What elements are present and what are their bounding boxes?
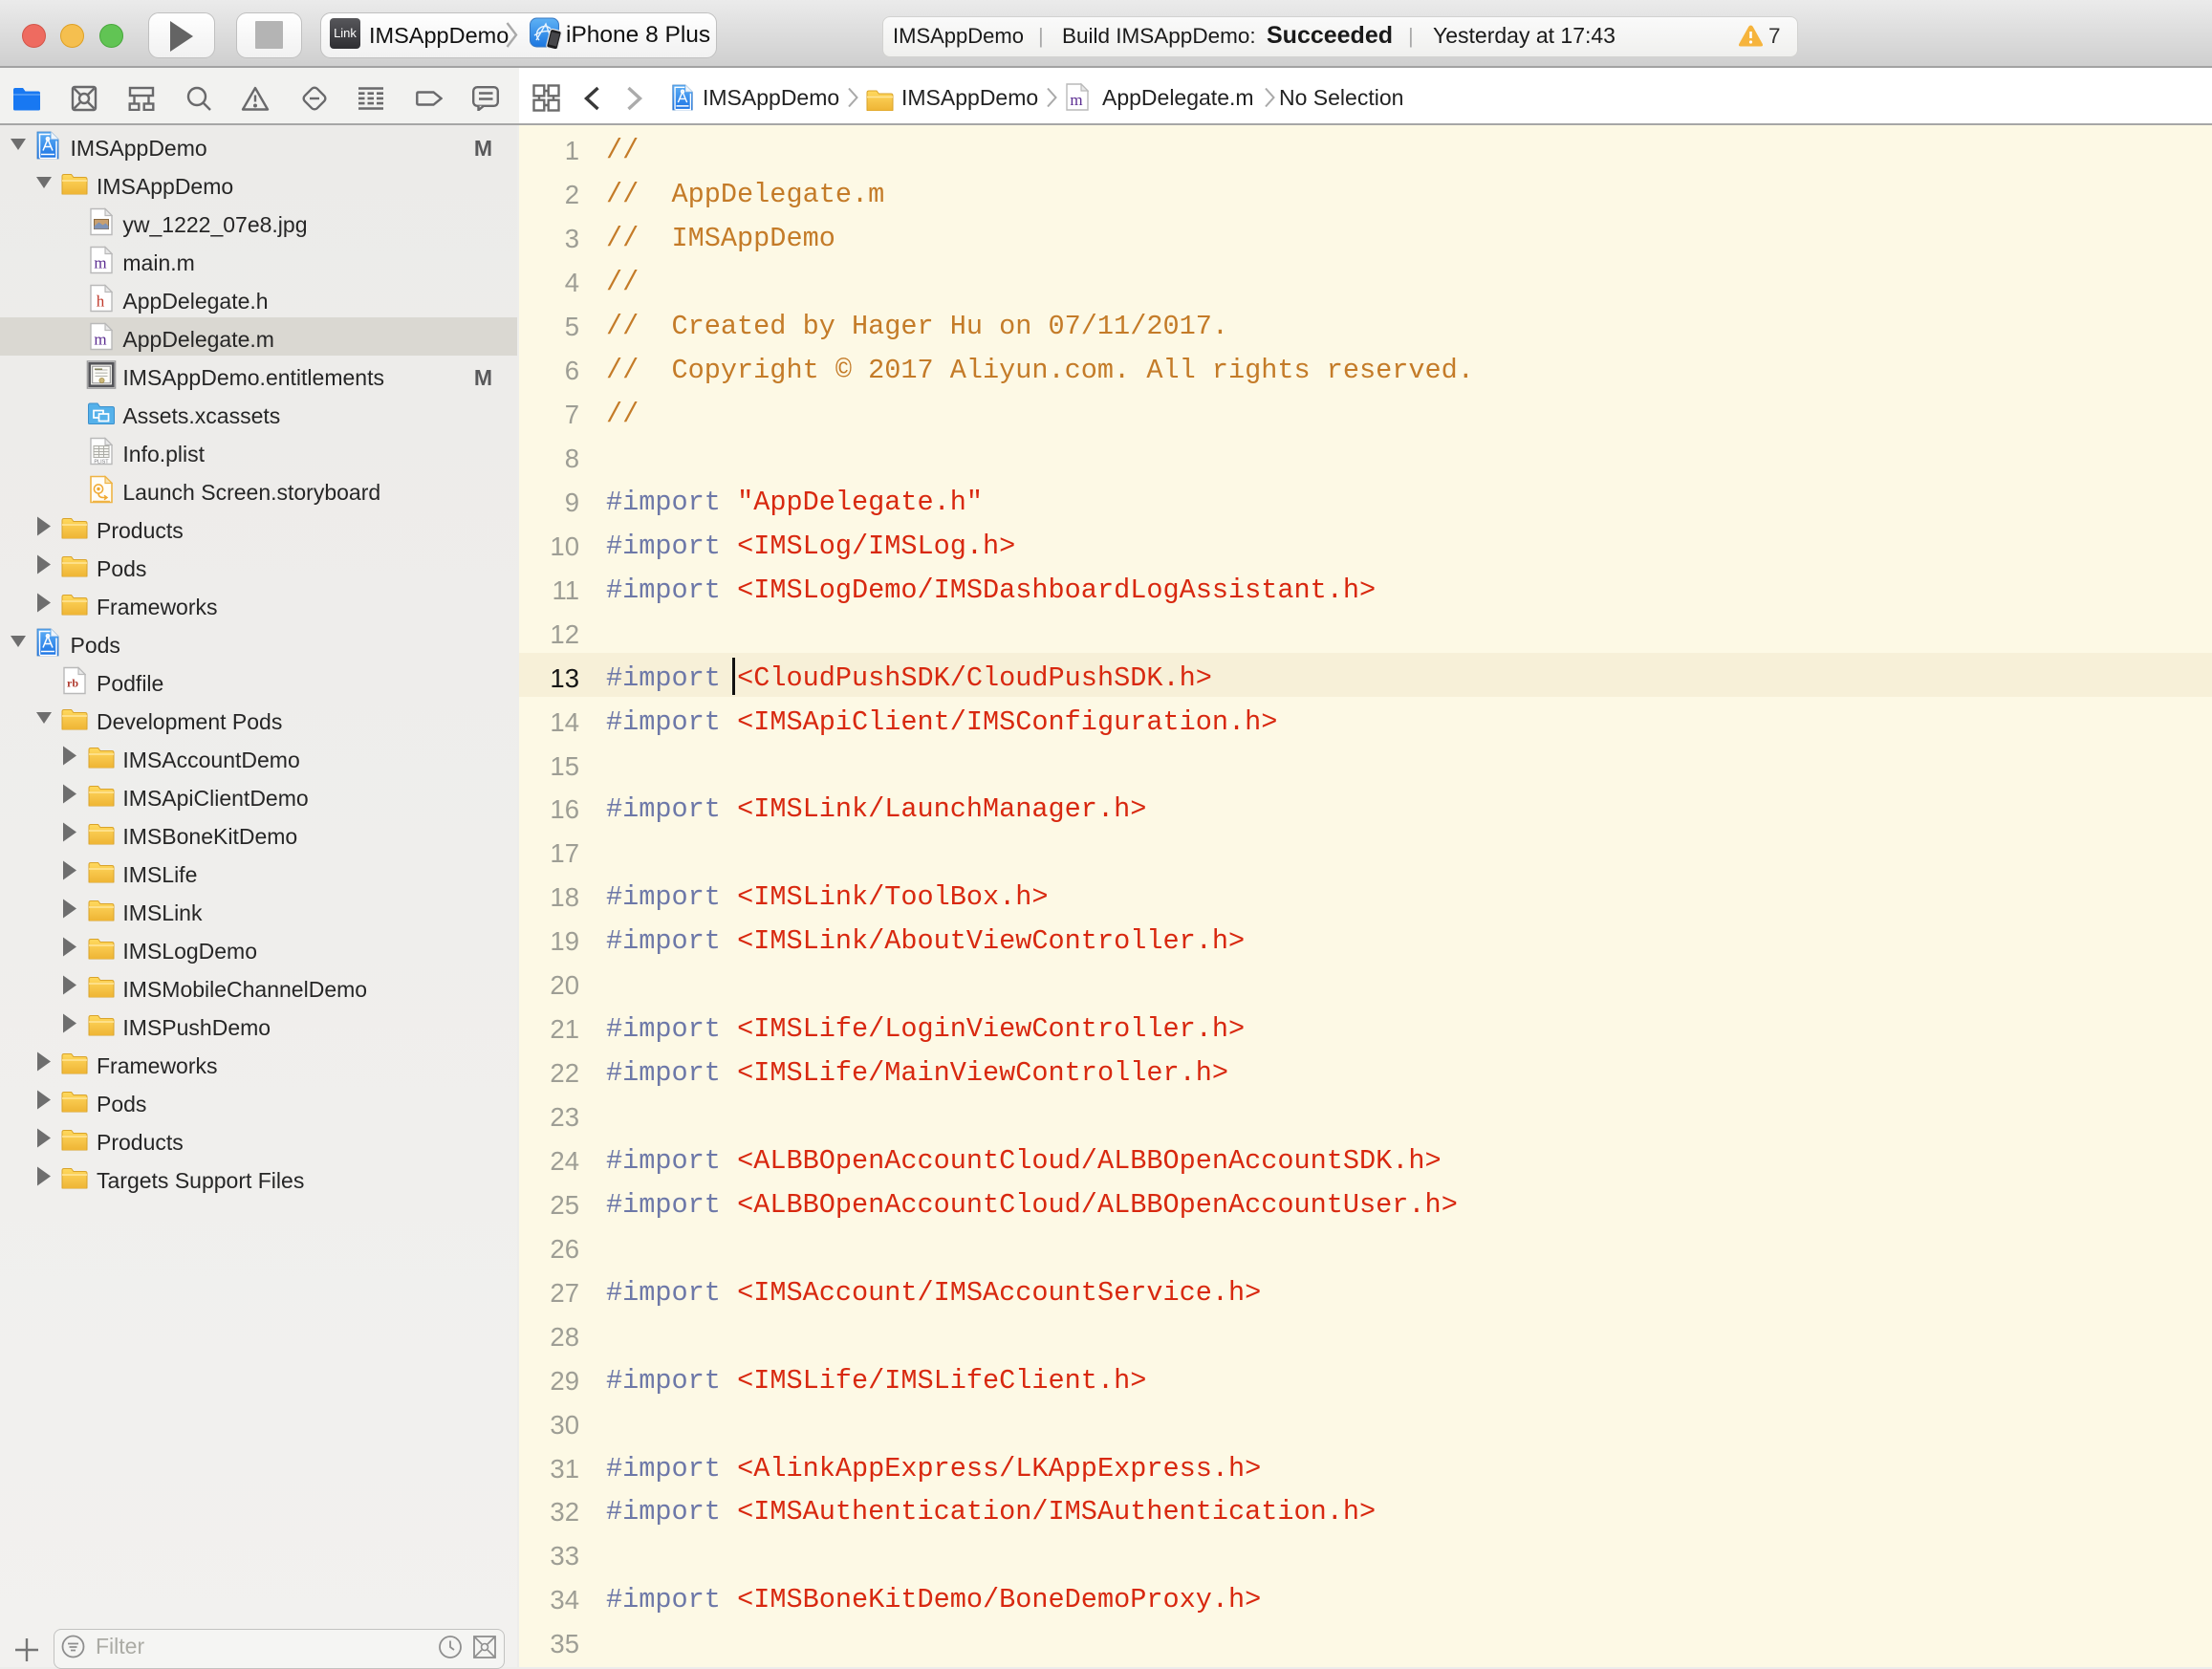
svg-text:PLIST: PLIST — [94, 459, 109, 465]
svg-text:m: m — [94, 253, 106, 271]
svg-text:h: h — [96, 292, 104, 310]
svg-text:m: m — [94, 330, 106, 348]
svg-text:rb: rb — [67, 676, 78, 689]
svg-text:m: m — [1070, 91, 1082, 109]
